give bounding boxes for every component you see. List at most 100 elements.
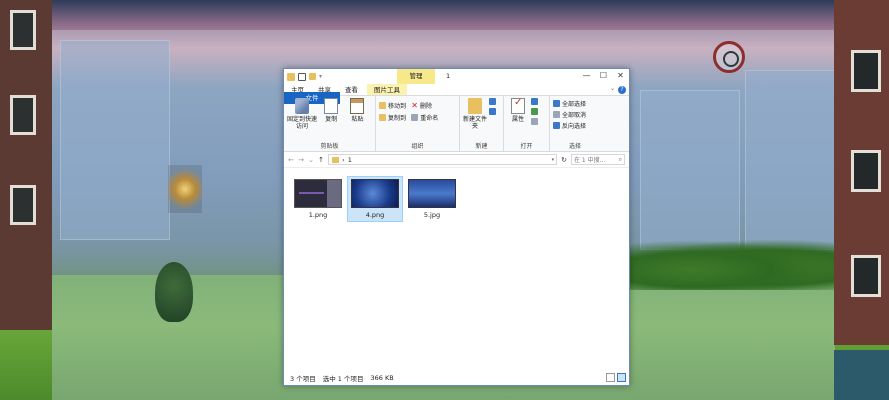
new-group-label: 新建 — [475, 143, 488, 150]
copy-label: 复制 — [325, 116, 338, 123]
wallpaper-building-right — [834, 0, 889, 345]
pin-quick-access-button[interactable]: 固定到快速访问 — [287, 98, 317, 130]
search-icon: ⌕ — [618, 155, 622, 163]
move-to-button[interactable]: 移动到 — [379, 101, 406, 110]
new-folder-quick-icon[interactable] — [309, 73, 316, 80]
window-title: 1 — [446, 72, 451, 80]
new-folder-icon — [468, 98, 482, 114]
clipboard-group-label: 剪贴板 — [320, 143, 339, 150]
title-bar[interactable]: ▾ 管理 1 — ☐ ✕ — [284, 69, 629, 84]
new-folder-label: 新建文件夹 — [463, 116, 488, 130]
wallpaper-canal — [834, 350, 889, 400]
help-icon[interactable]: ? — [618, 86, 626, 94]
select-all-label: 全部选择 — [562, 101, 587, 108]
wallpaper-lamp — [168, 165, 202, 213]
file-item[interactable]: 1.png — [290, 177, 346, 219]
easy-access-icon[interactable] — [489, 108, 497, 115]
rename-button[interactable]: 重命名 — [411, 113, 438, 122]
image-thumbnail — [351, 179, 399, 208]
maximize-button[interactable]: ☐ — [595, 69, 612, 84]
open-icon[interactable] — [531, 98, 539, 105]
path-segment[interactable]: 1 — [348, 156, 352, 164]
wallpaper-window — [851, 255, 881, 297]
details-view-icon[interactable] — [606, 373, 615, 382]
wallpaper-window — [10, 95, 36, 135]
properties-quick-icon[interactable] — [298, 72, 306, 81]
tab-manage[interactable]: 管理 — [397, 69, 435, 84]
delete-button[interactable]: ✕ 删除 — [411, 101, 438, 111]
select-group: 全部选择 全部取消 反向选择 选择 — [550, 96, 600, 152]
ribbon: 固定到快速访问 复制 粘贴 剪贴板 移动到 复制到 ✕ 删除 重命名 组织 新建… — [284, 96, 629, 152]
file-name: 4.png — [365, 211, 385, 219]
wallpaper-building-left — [0, 0, 52, 330]
recent-locations-icon[interactable]: ⌄ — [308, 156, 314, 164]
organize-group-label: 组织 — [411, 143, 424, 150]
back-arrow-icon[interactable]: ← — [288, 156, 294, 164]
image-thumbnail — [294, 179, 342, 208]
cursor-target-icon — [713, 41, 745, 73]
wallpaper-treeline — [630, 240, 835, 290]
file-item[interactable]: 5.jpg — [404, 177, 460, 219]
paste-button[interactable]: 粘贴 — [345, 98, 369, 123]
invert-selection-label: 反向选择 — [562, 123, 587, 130]
edit-icon[interactable] — [531, 108, 539, 115]
pin-quick-access-label: 固定到快速访问 — [287, 116, 318, 130]
path-dropdown-icon[interactable]: ▾ — [552, 157, 555, 163]
folder-icon — [332, 156, 340, 163]
move-to-label: 移动到 — [388, 103, 407, 110]
wallpaper-window — [851, 50, 881, 92]
history-icon[interactable] — [531, 118, 539, 125]
clipboard-group: 固定到快速访问 复制 粘贴 剪贴板 — [284, 96, 376, 152]
search-placeholder: 在 1 中搜... — [574, 157, 606, 164]
invert-selection-button[interactable]: 反向选择 — [553, 121, 586, 130]
new-item-icon[interactable] — [489, 98, 497, 105]
tab-view[interactable]: 查看 — [338, 84, 365, 95]
close-button[interactable]: ✕ — [612, 69, 629, 84]
select-none-icon — [553, 111, 560, 118]
properties-label: 属性 — [511, 116, 524, 123]
file-list[interactable]: 1.png 4.png 5.jpg — [284, 169, 629, 371]
selected-count: 选中 1 个项目 — [322, 375, 364, 383]
select-group-label: 选择 — [568, 143, 581, 150]
search-input[interactable]: 在 1 中搜... ⌕ — [571, 154, 625, 165]
invert-selection-icon — [553, 122, 560, 129]
status-bar: 3 个项目 选中 1 个项目 366 KB — [284, 371, 629, 385]
delete-icon: ✕ — [411, 101, 418, 110]
wallpaper-window — [10, 10, 36, 50]
customize-quick-access-icon[interactable]: ▾ — [319, 73, 322, 80]
file-name: 5.jpg — [423, 211, 441, 219]
forward-arrow-icon[interactable]: → — [298, 156, 304, 164]
refresh-icon[interactable]: ↻ — [561, 156, 567, 164]
copy-icon — [324, 98, 339, 114]
path-field[interactable]: › 1 ▾ — [328, 154, 558, 165]
select-all-button[interactable]: 全部选择 — [553, 99, 586, 108]
address-bar: ← → ⌄ ↑ › 1 ▾ ↻ 在 1 中搜... ⌕ — [284, 152, 629, 168]
minimize-button[interactable]: — — [578, 69, 595, 84]
select-none-label: 全部取消 — [562, 112, 587, 119]
quick-access-toolbar: ▾ — [287, 72, 322, 81]
collapse-ribbon-icon[interactable]: ⌄ — [610, 85, 615, 92]
paste-icon — [350, 98, 365, 114]
organize-group: 移动到 复制到 ✕ 删除 重命名 组织 — [376, 96, 460, 152]
copy-button[interactable]: 复制 — [319, 98, 343, 123]
file-item[interactable]: 4.png — [347, 176, 403, 222]
properties-button[interactable]: 属性 — [507, 97, 529, 123]
new-folder-button[interactable]: 新建文件夹 — [463, 98, 487, 130]
image-thumbnail — [408, 179, 456, 208]
select-none-button[interactable]: 全部取消 — [553, 110, 586, 119]
new-group: 新建文件夹 新建 — [460, 96, 504, 152]
tab-picture-tools[interactable]: 图片工具 — [367, 84, 407, 95]
rename-icon — [411, 114, 419, 121]
delete-label: 删除 — [419, 103, 432, 110]
select-all-icon — [553, 100, 560, 107]
rename-label: 重命名 — [420, 115, 439, 122]
copy-to-button[interactable]: 复制到 — [379, 113, 406, 122]
large-icons-view-icon[interactable] — [617, 373, 626, 382]
selected-size: 366 KB — [370, 374, 394, 382]
paste-label: 粘贴 — [351, 116, 364, 123]
folder-icon — [287, 72, 295, 81]
up-arrow-icon[interactable]: ↑ — [318, 156, 324, 164]
open-group: 属性 打开 — [504, 96, 550, 152]
pin-icon — [295, 98, 309, 114]
open-group-label: 打开 — [520, 143, 533, 150]
